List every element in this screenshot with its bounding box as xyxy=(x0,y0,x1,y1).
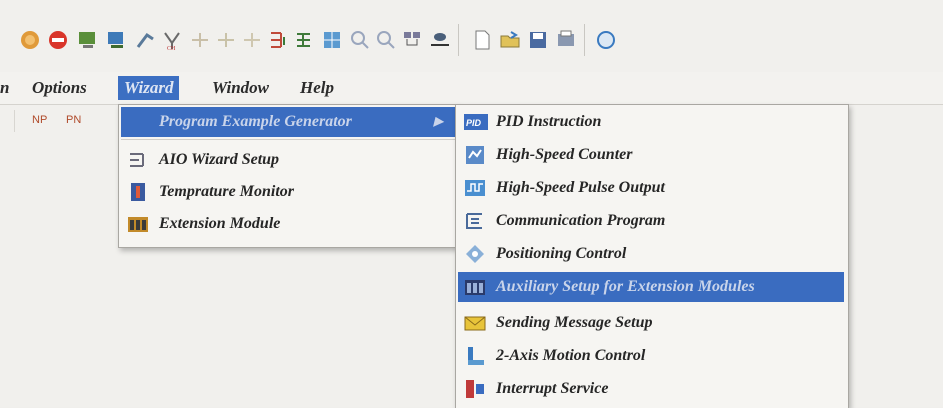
svg-text:PID: PID xyxy=(466,118,482,128)
rung-icon[interactable] xyxy=(292,28,316,52)
wizard-icon xyxy=(127,111,149,133)
zoom-out-icon[interactable] xyxy=(374,28,398,52)
motion-icon xyxy=(464,345,486,367)
pn-button[interactable]: PN xyxy=(66,114,81,126)
pulse-icon xyxy=(464,177,486,199)
device-monitor-icon[interactable] xyxy=(104,28,128,52)
online-icon[interactable] xyxy=(594,28,618,52)
menu-item-label: 2-Axis Motion Control xyxy=(496,347,646,364)
interrupt-service-item[interactable]: Interrupt Service xyxy=(458,374,846,404)
menu-item-label: High-Speed Pulse Output xyxy=(496,179,665,196)
new-file-icon[interactable] xyxy=(470,28,494,52)
np-button[interactable]: NP xyxy=(32,114,47,126)
sending-message-setup-item[interactable]: Sending Message Setup xyxy=(458,308,846,338)
menu-item-label: Communication Program xyxy=(496,212,666,229)
submenu-arrow-icon: ▶ xyxy=(433,114,443,128)
program-example-generator-item[interactable]: Program Example Generator ▶ xyxy=(121,107,455,137)
ladder-icon[interactable] xyxy=(266,28,290,52)
menu-item-label: Extension Module xyxy=(159,215,281,232)
contact-icon[interactable]: CH xyxy=(160,28,184,52)
interrupt-icon xyxy=(464,378,486,400)
menu-item-label: Temprature Monitor xyxy=(159,183,294,200)
zoom-in-icon[interactable] xyxy=(348,28,372,52)
menu-item-label: PID Instruction xyxy=(496,113,602,130)
aio-wizard-setup-item[interactable]: AIO Wizard Setup xyxy=(121,145,455,175)
menu-item-label: High-Speed Counter xyxy=(496,146,633,163)
high-speed-counter-item[interactable]: High-Speed Counter xyxy=(458,140,846,170)
high-speed-pulse-output-item[interactable]: High-Speed Pulse Output xyxy=(458,173,846,203)
toolbar-separator xyxy=(458,24,459,56)
pid-instruction-item[interactable]: PID PID Instruction xyxy=(458,107,846,137)
menu-bar: n Options Wizard Window Help xyxy=(0,72,943,105)
grid-icon[interactable] xyxy=(320,28,344,52)
temprature-monitor-item[interactable]: Temprature Monitor xyxy=(121,177,455,207)
menu-window[interactable]: Window xyxy=(206,76,275,100)
branch-icon[interactable] xyxy=(240,28,264,52)
open-folder-icon[interactable] xyxy=(498,28,522,52)
toolbar-separator xyxy=(14,110,15,132)
counter-icon xyxy=(464,144,486,166)
line-icon[interactable] xyxy=(214,28,238,52)
extension-module-item[interactable]: Extension Module xyxy=(121,209,455,239)
monitor-icon[interactable] xyxy=(76,28,100,52)
two-axis-motion-control-item[interactable]: 2-Axis Motion Control xyxy=(458,341,846,371)
pid-icon: PID xyxy=(464,111,488,133)
menu-partial[interactable]: n xyxy=(0,76,15,100)
coil-icon[interactable] xyxy=(188,28,212,52)
menu-item-label: Sending Message Setup xyxy=(496,314,653,331)
tool-icon[interactable] xyxy=(134,28,158,52)
svg-text:CH: CH xyxy=(167,46,176,51)
module-icon xyxy=(464,276,486,298)
program-example-submenu: PID PID Instruction High-Speed Counter H… xyxy=(455,104,849,408)
communication-program-item[interactable]: Communication Program xyxy=(458,206,846,236)
stop-icon[interactable] xyxy=(46,28,70,52)
menu-options[interactable]: Options xyxy=(26,76,93,100)
main-toolbar: CH xyxy=(0,0,943,80)
connection-icon[interactable] xyxy=(428,28,452,52)
menu-item-label: Auxiliary Setup for Extension Modules xyxy=(496,278,755,295)
menu-separator xyxy=(121,139,455,140)
run-icon[interactable] xyxy=(18,28,42,52)
positioning-icon xyxy=(464,243,486,265)
thermometer-icon xyxy=(127,181,149,203)
auxiliary-setup-item[interactable]: Auxiliary Setup for Extension Modules xyxy=(458,272,844,302)
aio-icon xyxy=(127,149,149,171)
positioning-control-item[interactable]: Positioning Control xyxy=(458,239,846,269)
print-icon[interactable] xyxy=(554,28,578,52)
sub-toolbar: NP PN xyxy=(0,104,120,138)
toolbar-separator xyxy=(584,24,585,56)
menu-item-label: Positioning Control xyxy=(496,245,627,262)
menu-item-label: Interrupt Service xyxy=(496,380,609,397)
menu-help[interactable]: Help xyxy=(294,76,340,100)
network-icon[interactable] xyxy=(400,28,424,52)
communication-icon xyxy=(464,210,486,232)
module-icon xyxy=(127,213,149,235)
menu-item-label: AIO Wizard Setup xyxy=(159,151,280,168)
envelope-icon xyxy=(464,312,486,334)
menu-wizard[interactable]: Wizard xyxy=(118,76,180,100)
save-icon[interactable] xyxy=(526,28,550,52)
wizard-menu: Program Example Generator ▶ AIO Wizard S… xyxy=(118,104,458,248)
menu-item-label: Program Example Generator xyxy=(159,113,352,130)
